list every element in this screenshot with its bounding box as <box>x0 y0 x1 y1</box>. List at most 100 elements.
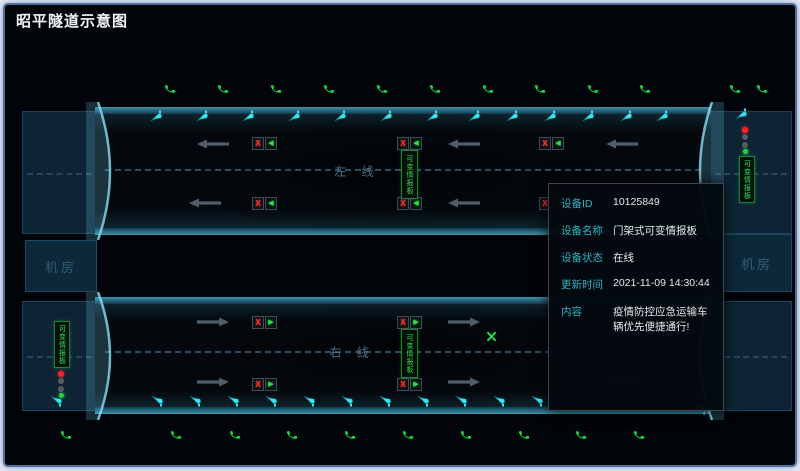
emergency-phone-icon[interactable] <box>217 83 229 95</box>
popup-row-value: 10125849 <box>613 196 660 208</box>
lane-signal[interactable]: X ▶ <box>252 378 277 391</box>
emergency-phone-icon[interactable] <box>270 83 282 95</box>
cctv-camera-icon[interactable] <box>735 108 748 121</box>
page-title: 昭平隧道示意图 <box>16 10 128 31</box>
vms-sign-entrance-left[interactable]: 可变情报板 <box>54 321 70 368</box>
emergency-phone-icon[interactable] <box>344 429 356 441</box>
red-cross-signal-icon: X <box>397 316 409 329</box>
cctv-camera-icon[interactable] <box>379 394 392 407</box>
cctv-camera-icon[interactable] <box>227 394 240 407</box>
right-arrow-icon <box>197 377 229 387</box>
road-upper-left <box>22 111 97 234</box>
cctv-camera-icon[interactable] <box>303 394 316 407</box>
popup-row: 更新时间 2021-11-09 14:30:44 <box>549 271 723 298</box>
cctv-camera-icon[interactable] <box>493 394 506 407</box>
emergency-phone-icon[interactable] <box>639 83 651 95</box>
cctv-camera-icon[interactable] <box>582 110 595 123</box>
cctv-camera-icon[interactable] <box>468 110 481 123</box>
left-arrow-icon <box>606 139 638 149</box>
emergency-phone-icon[interactable] <box>518 429 530 441</box>
left-arrow-icon <box>197 139 229 149</box>
emergency-phone-icon[interactable] <box>170 429 182 441</box>
vms-sign-text: 可变情报板 <box>744 160 751 200</box>
red-cross-signal-icon: X <box>252 316 264 329</box>
cctv-camera-icon[interactable] <box>426 110 439 123</box>
lane-signal[interactable]: X ◀ <box>252 137 277 150</box>
cctv-camera-icon[interactable] <box>242 110 255 123</box>
green-arrow-signal-icon: ◀ <box>265 197 277 210</box>
lane-signal[interactable]: X ▶ <box>397 378 422 391</box>
jet-fan-icon[interactable] <box>486 331 497 342</box>
emergency-phone-icon[interactable] <box>429 83 441 95</box>
red-cross-signal-icon: X <box>539 137 551 150</box>
red-light-icon <box>58 371 64 377</box>
cctv-camera-icon[interactable] <box>506 110 519 123</box>
popup-row-value: 2021-11-09 14:30:44 <box>613 277 710 289</box>
red-cross-signal-icon: X <box>252 378 264 391</box>
popup-row: 设备状态 在线 <box>549 244 723 271</box>
emergency-phone-icon[interactable] <box>229 429 241 441</box>
emergency-phone-icon[interactable] <box>482 83 494 95</box>
green-arrow-signal-icon: ◀ <box>410 137 422 150</box>
cctv-camera-icon[interactable] <box>288 110 301 123</box>
red-light-icon <box>742 127 748 133</box>
emergency-phone-icon[interactable] <box>164 83 176 95</box>
green-arrow-signal-icon: ◀ <box>552 137 564 150</box>
cctv-camera-icon[interactable] <box>196 110 209 123</box>
popup-row-label: 更新时间 <box>561 277 613 292</box>
cctv-camera-icon[interactable] <box>50 394 63 407</box>
tunnel-wall-top <box>95 107 711 114</box>
lane-signal[interactable]: X ▶ <box>397 316 422 329</box>
cctv-camera-icon[interactable] <box>150 110 163 123</box>
entrance-signal-lights-upper-right[interactable] <box>740 125 750 156</box>
vms-sign-entrance-right[interactable]: 可变情报板 <box>739 156 755 203</box>
emergency-phone-icon[interactable] <box>376 83 388 95</box>
red-cross-signal-icon: X <box>252 197 264 210</box>
popup-rows: 设备ID 10125849 设备名称 门架式可变情报板 设备状态 在线 更新时间… <box>549 190 723 340</box>
right-line-label: 右 线 <box>329 344 374 361</box>
emergency-phone-icon[interactable] <box>460 429 472 441</box>
vms-sign-lower[interactable]: 可变情报板 <box>401 329 418 378</box>
left-arrow-icon <box>189 198 221 208</box>
emergency-phone-icon[interactable] <box>402 429 414 441</box>
cctv-camera-icon[interactable] <box>151 394 164 407</box>
lane-signal[interactable]: X ◀ <box>539 137 564 150</box>
emergency-phone-icon[interactable] <box>286 429 298 441</box>
off-light-icon <box>58 386 64 392</box>
right-arrow-icon <box>448 317 480 327</box>
red-cross-signal-icon: X <box>252 137 264 150</box>
cctv-camera-icon[interactable] <box>265 394 278 407</box>
cctv-camera-icon[interactable] <box>620 110 633 123</box>
cctv-camera-icon[interactable] <box>544 110 557 123</box>
lane-signal[interactable]: X ◀ <box>252 197 277 210</box>
tunnel-diagram: 昭平隧道示意图 左 线 右 线 机房 机房 <box>3 3 797 467</box>
cctv-camera-icon[interactable] <box>417 394 430 407</box>
cctv-camera-icon[interactable] <box>455 394 468 407</box>
emergency-phone-icon[interactable] <box>534 83 546 95</box>
emergency-phone-icon[interactable] <box>756 83 768 95</box>
vms-sign-upper[interactable]: 可变情报板 <box>401 150 418 199</box>
green-arrow-signal-icon: ▶ <box>265 316 277 329</box>
road-dash-line <box>27 173 92 175</box>
popup-row-label: 设备状态 <box>561 250 613 265</box>
cctv-camera-icon[interactable] <box>341 394 354 407</box>
lane-signal[interactable]: X ◀ <box>397 137 422 150</box>
emergency-phone-icon[interactable] <box>729 83 741 95</box>
emergency-phone-icon[interactable] <box>323 83 335 95</box>
cctv-camera-icon[interactable] <box>189 394 202 407</box>
left-arrow-icon <box>448 198 480 208</box>
cctv-camera-icon[interactable] <box>656 110 669 123</box>
popup-row-label: 设备ID <box>561 196 613 211</box>
emergency-phone-icon[interactable] <box>633 429 645 441</box>
emergency-phone-icon[interactable] <box>575 429 587 441</box>
cctv-camera-icon[interactable] <box>531 394 544 407</box>
green-arrow-signal-icon: ▶ <box>265 378 277 391</box>
right-arrow-icon <box>448 377 480 387</box>
emergency-phone-icon[interactable] <box>60 429 72 441</box>
road-dash-line <box>715 356 787 358</box>
popup-row: 设备ID 10125849 <box>549 190 723 217</box>
emergency-phone-icon[interactable] <box>587 83 599 95</box>
cctv-camera-icon[interactable] <box>380 110 393 123</box>
cctv-camera-icon[interactable] <box>334 110 347 123</box>
lane-signal[interactable]: X ▶ <box>252 316 277 329</box>
